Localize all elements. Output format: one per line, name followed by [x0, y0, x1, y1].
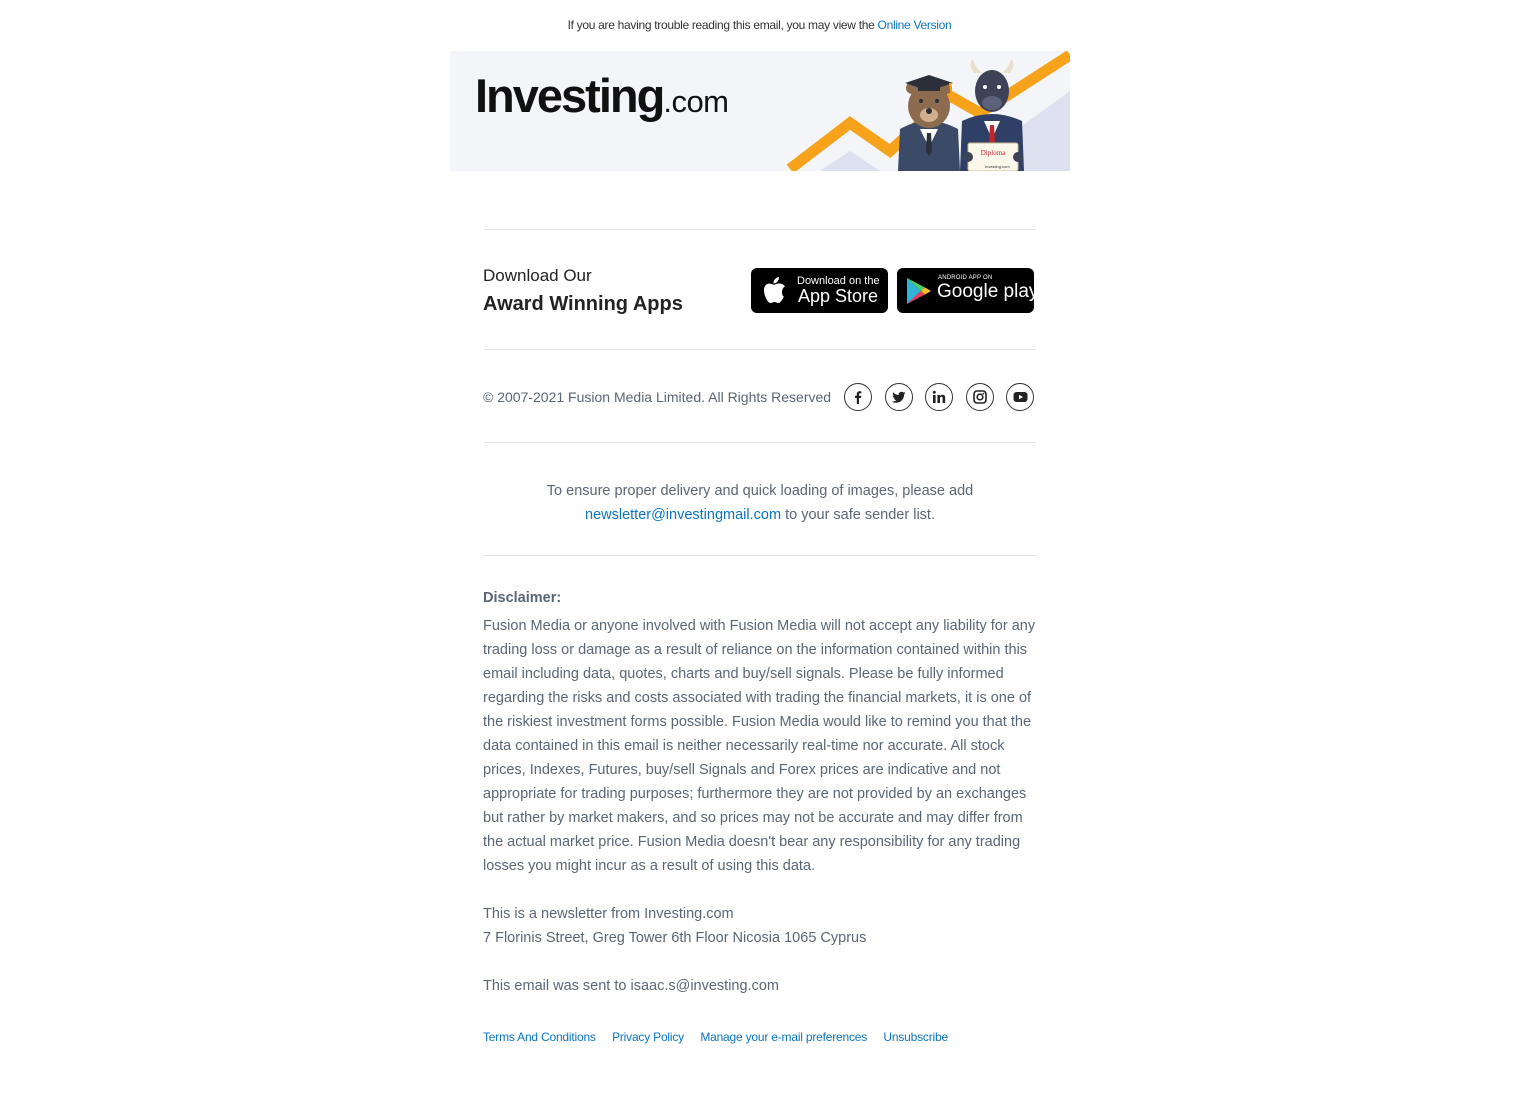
apps-title-line1: Download Our: [483, 266, 592, 285]
google-play-button[interactable]: ANDROID APP ON Google play: [897, 268, 1038, 313]
disclaimer-title: Disclaimer:: [483, 590, 562, 606]
bull-mascot: Diploma Investing.com: [960, 59, 1024, 171]
online-version-link[interactable]: Online Version: [878, 18, 952, 32]
preheader-text: If you are having trouble reading this e…: [567, 18, 875, 32]
investing-logo[interactable]: Investing.com: [475, 68, 729, 123]
disclaimer-body: Fusion Media or anyone involved with Fus…: [483, 618, 1036, 874]
safe-sender-line2: to your safe sender list.: [781, 507, 935, 523]
footer-links: Terms And Conditions Privacy Policy Mana…: [483, 1030, 961, 1044]
mascots-illustration: Diploma Investing.com: [786, 51, 1070, 171]
safe-sender-line1: To ensure proper delivery and quick load…: [546, 483, 974, 499]
terms-link[interactable]: Terms And Conditions: [483, 1030, 596, 1044]
logo-brand: Investing: [475, 69, 665, 122]
google-play-big-text: Google play: [937, 281, 1039, 302]
divider: [484, 349, 1036, 350]
copyright-text: © 2007-2021 Fusion Media Limited. All Ri…: [483, 389, 832, 405]
newsletter-email-link[interactable]: newsletter@investingmail.com: [585, 507, 781, 523]
divider: [484, 555, 1036, 556]
bear-mascot: [898, 75, 960, 171]
app-store-button[interactable]: Download on the App Store: [751, 268, 888, 313]
divider: [484, 229, 1036, 230]
app-store-big-text: App Store: [798, 286, 879, 306]
divider: [484, 442, 1036, 443]
preheader: If you are having trouble reading this e…: [0, 18, 1519, 32]
apple-icon: [761, 276, 787, 311]
facebook-icon[interactable]: [844, 383, 872, 411]
instagram-icon[interactable]: [966, 383, 994, 411]
unsubscribe-link[interactable]: Unsubscribe: [883, 1030, 948, 1044]
header-banner: Investing.com Diploma Investing.com: [450, 51, 1070, 171]
linkedin-icon[interactable]: [925, 383, 953, 411]
privacy-link[interactable]: Privacy Policy: [612, 1030, 684, 1044]
email-preferences-link[interactable]: Manage your e-mail preferences: [700, 1030, 867, 1044]
diploma-caption: Investing.com: [985, 164, 1010, 169]
apps-title-line2: Award Winning Apps: [483, 293, 683, 315]
youtube-icon[interactable]: [1006, 383, 1034, 411]
sent-to: This email was sent to isaac.s@investing…: [483, 978, 779, 994]
safe-sender-notice: To ensure proper delivery and quick load…: [484, 479, 1036, 527]
company-address: 7 Florinis Street, Greg Tower 6th Floor …: [483, 930, 867, 946]
google-play-icon: [906, 277, 932, 310]
diploma-label: Diploma: [981, 149, 1006, 157]
twitter-icon[interactable]: [885, 383, 913, 411]
newsletter-from: This is a newsletter from Investing.com: [483, 906, 734, 922]
logo-suffix: .com: [663, 84, 729, 119]
